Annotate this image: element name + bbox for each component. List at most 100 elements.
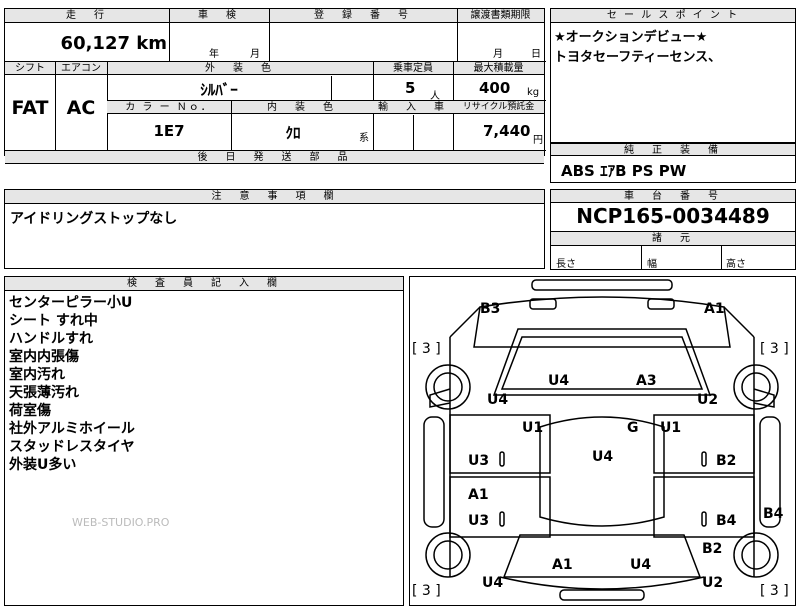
- rear-bumper-shape: [559, 589, 645, 601]
- damage-label-b4-b: B4: [716, 513, 737, 529]
- door-rear-left: [449, 476, 551, 538]
- exterior-color-value: ｼﾙﾊﾞｰ: [200, 81, 238, 99]
- exterior-color-header: 外 装 色: [107, 62, 373, 75]
- door-rear-right: [653, 476, 755, 538]
- damage-label-a1-b: A1: [468, 487, 489, 503]
- rear-window-shape: [502, 534, 702, 578]
- damage-label-u4-c: U4: [592, 449, 614, 465]
- tire-mark-rear-left: [ 3 ]: [412, 583, 441, 599]
- sales-points-header: セ ー ル ス ポ イ ン ト: [551, 9, 795, 23]
- inspection-header: 車 検: [169, 9, 269, 23]
- ac-header: エアコン: [55, 62, 107, 75]
- damage-label-b4-a: B4: [763, 506, 784, 522]
- dimensions-header: 諸 元: [551, 232, 795, 246]
- chassis-number: NCP165-0034489: [576, 204, 770, 228]
- max-load-value: 400: [479, 79, 511, 97]
- tire-rear-right: [733, 532, 779, 578]
- damage-label-u2-b: U2: [702, 575, 724, 591]
- inspector-line: ハンドルすれ: [9, 331, 93, 347]
- watermark: WEB-STUDIO.PRO: [72, 516, 170, 529]
- damage-label-u3-a: U3: [468, 453, 490, 469]
- damage-label-a1-c: A1: [552, 557, 573, 573]
- tire-mark-front-left: [ 3 ]: [412, 341, 441, 357]
- vehicle-info-table: 走 行 車 検 登 録 番 号 譲渡書類期限 60,127 km 年 月 月 日…: [4, 8, 546, 164]
- recycle-deposit-unit: 円: [533, 135, 543, 146]
- sales-point-line-1: ★オークションデビュー★: [554, 30, 708, 45]
- damage-label-u4-b: U4: [487, 392, 509, 408]
- tire-mark-front-right: [ 3 ]: [760, 341, 789, 357]
- inspector-line: 荷室傷: [9, 403, 51, 419]
- left-side-rail: [423, 416, 445, 528]
- later-parts-header: 後 日 発 送 部 品: [5, 151, 544, 164]
- windshield-shape: [492, 328, 712, 396]
- damage-label-u4-d: U4: [630, 557, 652, 573]
- recycle-deposit-header: リサイクル預託金: [453, 101, 544, 114]
- inspection-month-label: 月: [250, 49, 260, 60]
- interior-suffix: 系: [359, 133, 369, 144]
- hood-shape: [473, 296, 731, 348]
- damage-label-b2-b: B2: [702, 541, 723, 557]
- tire-front-right: [733, 364, 779, 410]
- damage-label-b3: B3: [480, 301, 501, 317]
- car-diagram-panel: [ 3 ] [ 3 ] [ 3 ] [ 3 ] B3 A1 U4 A3 U4 U…: [409, 276, 796, 606]
- import-header: 輸 入 車: [373, 101, 453, 114]
- dimension-length: 長さ: [556, 259, 576, 270]
- damage-label-u1-a: U1: [522, 420, 544, 436]
- mileage-value: 60,127 km: [60, 33, 167, 54]
- capacity-header: 乗車定員: [373, 62, 453, 75]
- sales-point-line-2: トヨタセーフティーセンス、: [554, 50, 722, 65]
- damage-label-u4-e: U4: [482, 575, 504, 591]
- front-bumper-shape: [531, 279, 673, 291]
- damage-label-u3-b: U3: [468, 513, 490, 529]
- interior-color-header: 内 装 色: [231, 101, 373, 114]
- notes-panel: 注 意 事 項 欄 アイドリングストップなし: [4, 189, 545, 269]
- color-number-value: 1E7: [153, 122, 185, 140]
- mileage-header: 走 行: [5, 9, 169, 23]
- inspector-notes-header: 検 査 員 記 入 欄: [5, 277, 403, 291]
- damage-label-u2-a: U2: [697, 392, 719, 408]
- dimension-height: 高さ: [726, 259, 746, 270]
- inspector-line: 室内内張傷: [9, 349, 79, 365]
- transfer-day-label: 日: [531, 49, 541, 60]
- ac-value: AC: [66, 97, 96, 119]
- inspector-line: 外装U多い: [9, 457, 77, 473]
- equipment-value: ABS ｴｱB PS PW: [561, 162, 687, 180]
- dimensions-panel: 諸 元 長さ 幅 高さ: [550, 231, 796, 270]
- damage-label-u1-b: U1: [660, 420, 682, 436]
- inspection-year-label: 年: [209, 49, 219, 60]
- tire-rear-left: [425, 532, 471, 578]
- sales-points-panel: セ ー ル ス ポ イ ン ト ★オークションデビュー★ トヨタセーフティーセン…: [550, 8, 796, 143]
- capacity-value: 5: [405, 79, 416, 97]
- chassis-panel: 車 台 番 号 NCP165-0034489: [550, 189, 796, 232]
- inspector-notes-panel: 検 査 員 記 入 欄 センターピラー小U シート すれ中 ハンドルすれ 室内内張傷室…: [4, 276, 404, 606]
- damage-label-u4-a: U4: [548, 373, 570, 389]
- shift-header: シフト: [5, 62, 55, 75]
- shift-value: FAT: [11, 97, 49, 119]
- windshield-inner: [500, 336, 704, 390]
- inspector-lines: センターピラー小U シート すれ中 ハンドルすれ 室内内張傷室内汚れ天張薄汚れ荷室傷社…: [9, 294, 135, 474]
- inspector-line: 天張薄汚れ: [9, 385, 79, 401]
- notes-value: アイドリングストップなし: [10, 211, 178, 227]
- max-load-header: 最大積載量: [453, 62, 544, 75]
- inspector-line: スタッドレスタイヤ: [9, 439, 135, 455]
- inspector-line: 社外アルミホイール: [9, 421, 135, 437]
- damage-label-a3: A3: [636, 373, 657, 389]
- inspector-line: 室内汚れ: [9, 367, 65, 383]
- registration-header: 登 録 番 号: [269, 9, 457, 23]
- equipment-panel: 純 正 装 備 ABS ｴｱB PS PW: [550, 143, 796, 183]
- inspector-line: センターピラー小U: [9, 295, 133, 311]
- chassis-header: 車 台 番 号: [551, 190, 795, 203]
- color-number-header: カ ラ ー Ｎｏ．: [107, 101, 231, 114]
- transfer-month-label: 月: [493, 49, 503, 60]
- recycle-deposit-value: 7,440: [483, 122, 531, 140]
- notes-header: 注 意 事 項 欄: [5, 190, 544, 204]
- damage-label-b2-a: B2: [716, 453, 737, 469]
- max-load-unit: kg: [527, 87, 540, 98]
- car-diagram: [423, 279, 781, 601]
- interior-color-value: ｸﾛ: [285, 124, 301, 142]
- dimension-width: 幅: [647, 259, 657, 270]
- tire-front-left: [425, 364, 471, 410]
- inspector-line: シート すれ中: [9, 313, 98, 329]
- roof-shape: [539, 416, 665, 527]
- damage-label-g: G: [627, 420, 639, 436]
